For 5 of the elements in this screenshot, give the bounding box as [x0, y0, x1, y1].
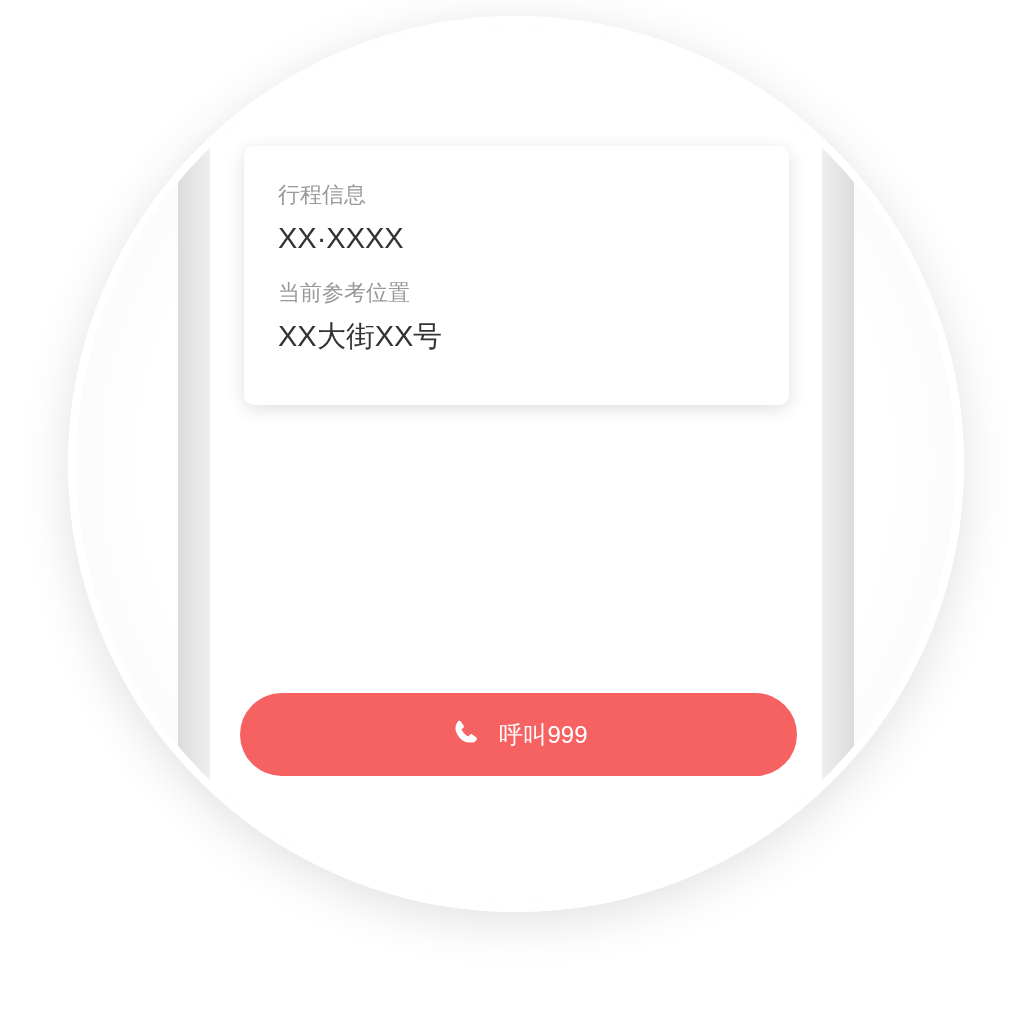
field-label: 行程信息 [278, 181, 367, 209]
call-button[interactable]: 呼叫999 [240, 693, 797, 776]
field-label: 当前参考位置 [278, 279, 411, 307]
field-value: XX·XXXX [278, 221, 405, 256]
field-value: XX大街XX号 [278, 319, 444, 354]
